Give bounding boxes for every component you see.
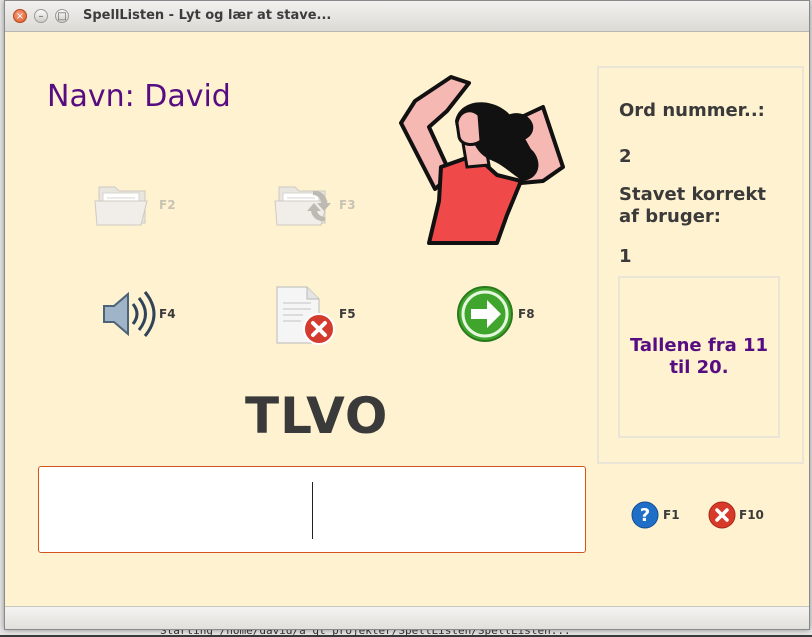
stats-panel: Ord nummer..: 2 Stavet korrekt af bruger… bbox=[597, 66, 804, 464]
arrow-right-icon bbox=[457, 286, 513, 342]
app-window: × – □ SpellListen - Lyt og lær at stave.… bbox=[4, 0, 810, 630]
title-bar[interactable]: × – □ SpellListen - Lyt og lær at stave.… bbox=[5, 1, 809, 32]
play-sound-key-label: F4 bbox=[159, 307, 176, 321]
exit-key-label: F10 bbox=[739, 508, 764, 522]
help-icon: ? bbox=[631, 501, 659, 529]
clear-entry-button[interactable] bbox=[273, 283, 337, 351]
document-delete-icon bbox=[276, 286, 335, 345]
exit-icon bbox=[708, 501, 736, 529]
window-title: SpellListen - Lyt og lær at stave... bbox=[83, 8, 332, 23]
next-word-button[interactable] bbox=[456, 285, 514, 347]
speaker-icon bbox=[103, 291, 156, 337]
help-button[interactable]: ? bbox=[631, 501, 659, 533]
play-sound-button[interactable] bbox=[100, 288, 158, 344]
user-name-label: Navn: David bbox=[47, 79, 231, 114]
correct-count-value: 1 bbox=[619, 246, 632, 267]
window-maximize-button[interactable]: □ bbox=[55, 9, 69, 23]
help-key-label: F1 bbox=[663, 508, 680, 522]
correct-count-label-line2: af bruger: bbox=[619, 206, 721, 227]
reload-file-key-label: F3 bbox=[339, 198, 356, 212]
window-minimize-button[interactable]: – bbox=[34, 9, 48, 23]
text-cursor bbox=[312, 482, 313, 539]
status-bar bbox=[5, 606, 809, 629]
character-illustration bbox=[399, 75, 565, 245]
svg-text:?: ? bbox=[640, 505, 650, 526]
open-file-button[interactable] bbox=[93, 181, 155, 231]
word-list-info-line1: Tallene fra 11 bbox=[629, 335, 769, 356]
scrambled-word: TLVO bbox=[245, 387, 389, 445]
reload-file-button[interactable] bbox=[273, 181, 335, 231]
folder-open-icon bbox=[94, 186, 148, 226]
window-close-button[interactable]: × bbox=[13, 9, 27, 23]
correct-count-label-line1: Stavet korrekt bbox=[619, 184, 766, 205]
word-list-info-box: Tallene fra 11 til 20. bbox=[618, 276, 780, 438]
next-word-key-label: F8 bbox=[518, 307, 535, 321]
clear-entry-key-label: F5 bbox=[339, 307, 356, 321]
folder-reload-icon bbox=[274, 186, 331, 226]
spelling-input[interactable] bbox=[38, 466, 586, 553]
word-list-info-line2: til 20. bbox=[669, 357, 729, 378]
word-number-label: Ord nummer..: bbox=[619, 100, 765, 121]
open-file-key-label: F2 bbox=[159, 198, 176, 212]
exit-button[interactable] bbox=[708, 501, 736, 533]
word-number-value: 2 bbox=[619, 146, 632, 167]
